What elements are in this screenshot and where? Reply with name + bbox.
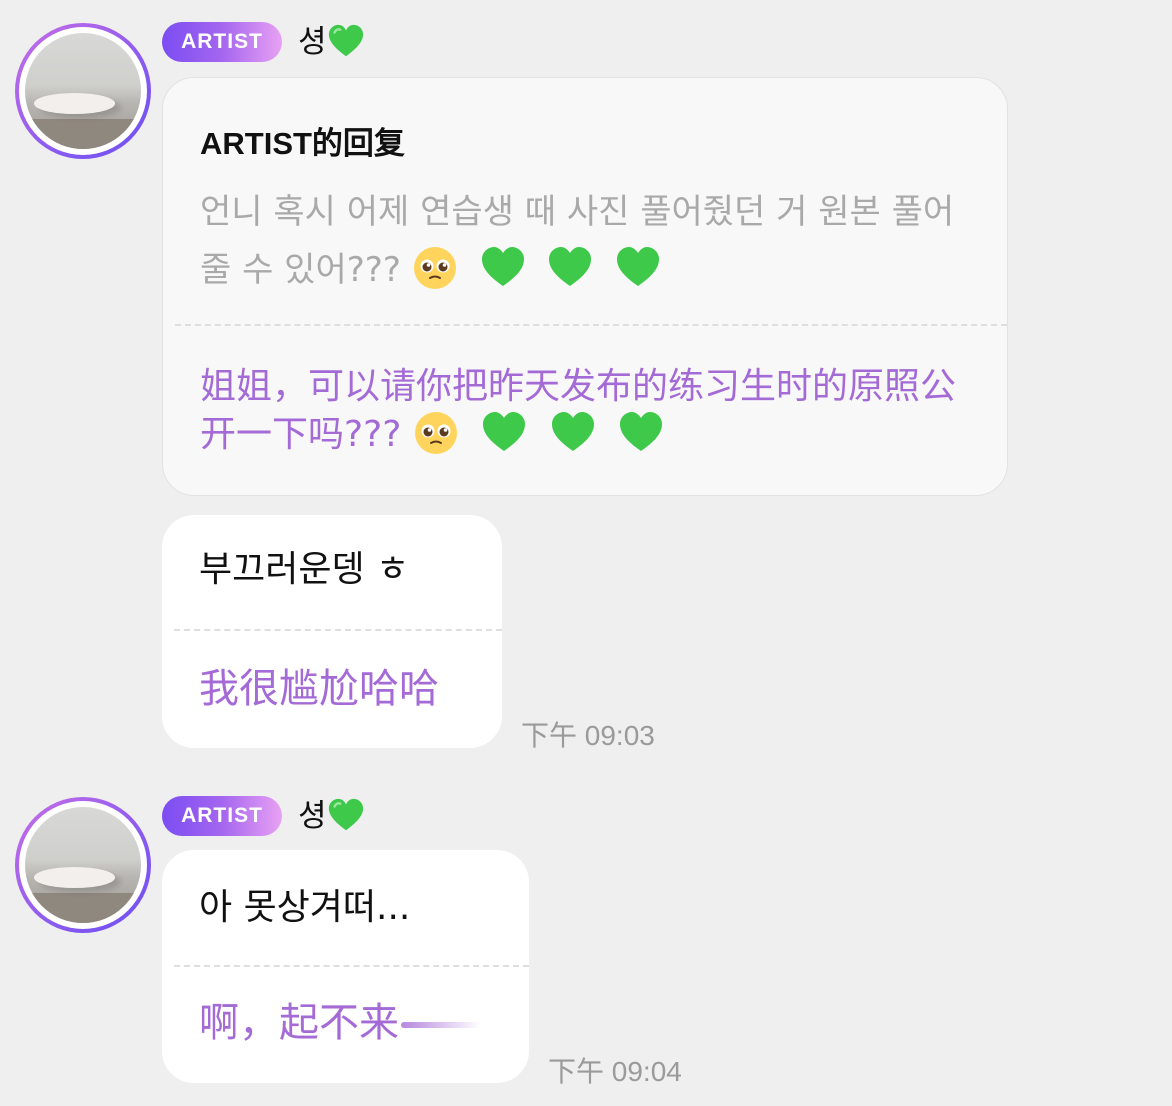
- message-timestamp: 下午 09:03: [521, 720, 655, 751]
- message-bubble[interactable]: 부끄러운뎅 ㅎ 我很尴尬哈哈: [162, 515, 502, 748]
- quoted-message: 언니 혹시 어제 연습생 때 사진 풀어줬던 거 원본 풀어줄 수 있어???: [200, 192, 955, 290]
- translated-quote: 姐姐，可以请你把昨天发布的练习生时的原照公开一下吗???: [200, 366, 957, 455]
- pleading-face-icon: [413, 247, 456, 289]
- artist-badge: ARTIST: [162, 796, 282, 836]
- green-heart-icon: [481, 247, 524, 286]
- sender-name: 셩: [298, 22, 365, 62]
- message-translation: 啊，起不来: [199, 1000, 481, 1046]
- avatar-photo: [25, 807, 141, 923]
- translation-divider: [175, 324, 1007, 326]
- green-heart-icon: [620, 412, 663, 451]
- translation-divider: [174, 629, 502, 631]
- green-heart-icon: [328, 798, 363, 831]
- avatar-photo: [25, 33, 141, 149]
- reply-bubble[interactable]: ARTIST的回复 언니 혹시 어제 연습생 때 사진 풀어줬던 거 원본 풀어…: [162, 77, 1008, 496]
- artist-avatar[interactable]: [15, 797, 151, 933]
- green-heart-icon: [549, 247, 592, 286]
- artist-badge: ARTIST: [162, 22, 282, 62]
- pleading-face-icon: [414, 412, 457, 454]
- green-heart-icon: [328, 24, 363, 57]
- message-timestamp: 下午 09:04: [548, 1056, 682, 1087]
- green-heart-icon: [617, 247, 660, 286]
- message-text: 아 못상겨떠...: [199, 887, 411, 928]
- message-translation: 我很尴尬哈哈: [199, 666, 439, 712]
- chat-page: ARTIST 셩 ARTIST的回复 언니 혹시 어제 연습생 때 사진 풀어줬…: [0, 0, 1172, 1106]
- translation-divider: [174, 965, 529, 967]
- message-text: 부끄러운뎅 ㅎ: [199, 549, 410, 590]
- message-bubble[interactable]: 아 못상겨떠... 啊，起不来: [162, 850, 529, 1083]
- reply-title: ARTIST的回复: [200, 126, 405, 161]
- sender-name: 셩: [298, 796, 365, 836]
- green-heart-icon: [483, 412, 526, 451]
- typing-fade: [401, 1022, 481, 1028]
- artist-avatar[interactable]: [15, 23, 151, 159]
- green-heart-icon: [551, 412, 594, 451]
